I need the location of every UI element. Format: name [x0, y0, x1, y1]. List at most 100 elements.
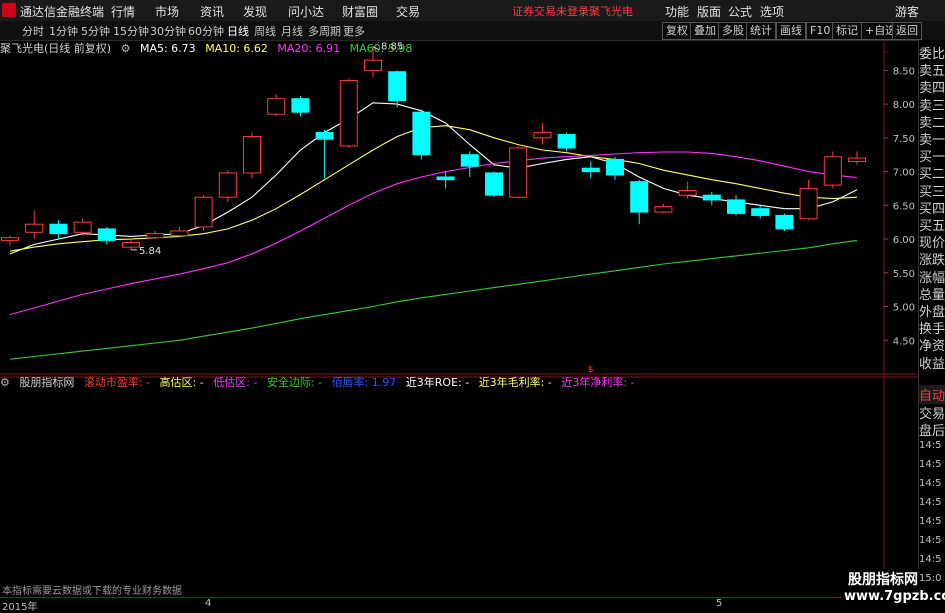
candle-body-10	[243, 135, 261, 174]
candle-body-26	[630, 181, 649, 213]
indicator-low-zone: 低估区: -	[213, 376, 258, 389]
candle-body-21	[509, 147, 528, 198]
draw-line-button[interactable]: 画线	[776, 22, 806, 40]
period-15min[interactable]: 15分钟	[113, 23, 149, 39]
menu-wenxiaoda[interactable]: 问小达	[288, 3, 324, 20]
period-weekly[interactable]: 周线	[254, 23, 276, 39]
y-tick-label-3: 7.00	[893, 168, 915, 179]
indicator-roe: 近3年ROE: -	[405, 376, 470, 389]
menu-faxian[interactable]: 发现	[243, 3, 267, 20]
candle-body-17	[412, 111, 431, 156]
indicator-pe: 滚动市盈率: -	[83, 376, 151, 389]
panel-label-13: 涨幅	[919, 270, 945, 286]
panel-auto[interactable]: 自动	[919, 385, 945, 404]
menu-banmian[interactable]: 版面	[697, 3, 721, 20]
candlestick-chart[interactable]: 8.855.84$ 8.508.007.507.006.506.005.505.…	[0, 40, 918, 597]
indicator-name: 股朋指标网	[19, 376, 75, 389]
x-label-april: 4	[205, 598, 212, 609]
indicator-net-margin: 近3年净利率: -	[561, 376, 635, 389]
indicator-gear-icon[interactable]: ⚙	[0, 376, 10, 389]
panel-label-7: 买二	[919, 167, 945, 183]
ma10-line	[9, 125, 858, 252]
trade-login-status[interactable]: 证券交易未登录	[512, 3, 589, 19]
period-multi[interactable]: 多周期	[308, 23, 341, 39]
annotation-label-0: 8.85	[381, 42, 403, 53]
menu-caifuquan[interactable]: 财富圈	[342, 3, 378, 20]
period-1min[interactable]: 1分钟	[49, 23, 78, 39]
indicator-rate: 佰唇率: 1.97	[331, 376, 397, 389]
candle-body-30	[727, 199, 745, 214]
panel-label-6: 买一	[919, 150, 945, 166]
ma5-line	[9, 102, 858, 255]
menu-hangqing[interactable]: 行情	[111, 3, 135, 20]
candle-body-3	[73, 221, 92, 233]
app-title: 通达信金融终端	[20, 5, 105, 19]
panel-label-10: 买五	[919, 219, 945, 234]
menu-gongshi[interactable]: 公式	[728, 3, 752, 20]
menu-xuanxiang[interactable]: 选项	[760, 3, 784, 20]
candle-body-31	[751, 208, 770, 216]
ma60-line	[9, 239, 858, 360]
panel-label-18: 收益	[919, 356, 945, 372]
stats-button[interactable]: 统计	[746, 22, 776, 40]
y-tick-label-7: 5.00	[893, 303, 915, 314]
y-tick-label-1: 8.00	[893, 100, 915, 111]
candle-body-35	[848, 157, 866, 162]
candle-body-12	[291, 98, 310, 113]
panel-after-hours[interactable]: 盘后	[919, 420, 945, 439]
app-logo-icon	[2, 3, 16, 17]
candle-body-14	[339, 79, 358, 147]
panel-time-3: 14:5	[919, 497, 942, 508]
period-5min[interactable]: 5分钟	[81, 23, 110, 39]
candle-body-25	[606, 158, 624, 176]
candle-body-6	[146, 233, 165, 239]
period-daily[interactable]: 日线	[227, 23, 249, 39]
panel-label-8: 买三	[919, 184, 945, 200]
candle-body-8	[194, 196, 213, 228]
overlay-button[interactable]: 叠加	[690, 22, 720, 40]
candle-body-11	[267, 98, 286, 115]
menu-zixun[interactable]: 资讯	[200, 3, 224, 20]
x-label-may: 5	[716, 598, 723, 609]
period-fenshi[interactable]: 分时	[22, 23, 44, 39]
period-30min[interactable]: 30分钟	[150, 23, 186, 39]
panel-label-15: 外盘	[919, 305, 945, 320]
stock-name-title: 聚飞光电	[589, 5, 633, 18]
candle-body-2	[49, 223, 68, 235]
candle-body-9	[218, 172, 237, 198]
quote-side-panel: 0. 100 委比卖五卖四卖三卖二卖一买一买二买三买四买五现价涨跌涨幅总量外盘换…	[918, 40, 945, 609]
fuquan-button[interactable]: 复权	[662, 22, 692, 40]
candle-body-33	[799, 187, 818, 220]
candle-body-34	[823, 156, 842, 186]
panel-label-2: 卖四	[919, 81, 945, 97]
annotation-label-1: 5.84	[139, 246, 161, 257]
menu-jiaoyi[interactable]: 交易	[396, 3, 420, 20]
watermark-url: www.7gpzb.com	[844, 589, 945, 604]
y-tick-label-6: 5.50	[893, 269, 915, 280]
annotation-arrow-0	[372, 46, 380, 51]
candle-body-5	[122, 241, 140, 248]
menu-shichang[interactable]: 市场	[155, 3, 179, 20]
candle-body-1	[25, 223, 44, 233]
panel-label-5: 卖一	[919, 133, 945, 148]
back-button[interactable]: 返回	[892, 22, 922, 40]
candle-body-15	[364, 59, 382, 71]
candle-body-24	[581, 167, 600, 173]
menu-gongneng[interactable]: 功能	[665, 3, 689, 20]
candle-body-20	[485, 172, 503, 196]
candle-body-28	[678, 189, 697, 196]
candle-body-13	[315, 131, 334, 140]
period-more[interactable]: 更多	[343, 23, 365, 39]
period-monthly[interactable]: 月线	[281, 23, 303, 39]
mark-button[interactable]: 标记	[832, 22, 862, 40]
candle-body-16	[388, 71, 407, 102]
period-60min[interactable]: 60分钟	[188, 23, 224, 39]
candle-body-0	[1, 237, 19, 241]
guest-user[interactable]: 游客	[895, 3, 919, 20]
multi-stock-button[interactable]: 多股	[718, 22, 748, 40]
candle-body-18	[436, 176, 455, 181]
f10-button[interactable]: F10	[806, 22, 835, 40]
panel-time-5: 14:5	[919, 535, 942, 546]
panel-label-9: 买四	[919, 201, 945, 217]
indicator-legend: ⚙ 股朋指标网 滚动市盈率: - 高估区: - 低估区: - 安全边际: - 佰…	[0, 374, 641, 390]
